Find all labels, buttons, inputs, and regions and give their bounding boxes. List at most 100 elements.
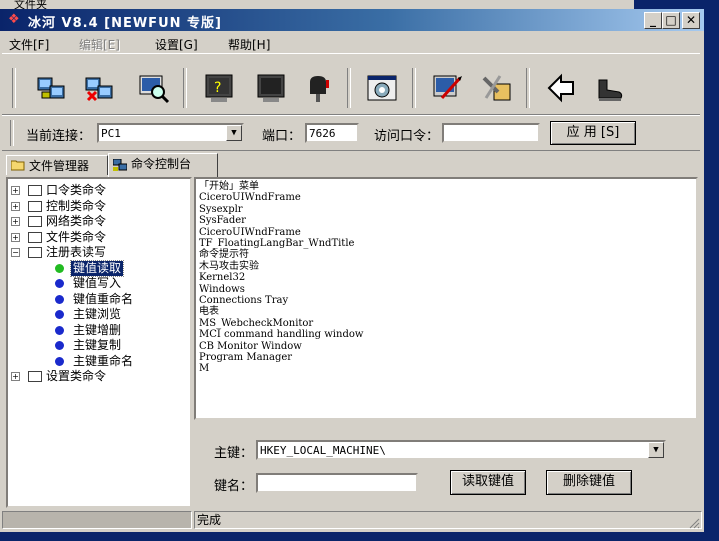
exit-icon[interactable]: [591, 70, 627, 106]
help-icon[interactable]: ?: [201, 70, 237, 106]
list-item[interactable]: MCI command handling window: [199, 329, 363, 340]
folder-icon: [28, 216, 42, 227]
port-field[interactable]: 7626: [305, 123, 359, 143]
resize-grip-icon[interactable]: [688, 517, 700, 529]
output-list[interactable]: 「开始」菜单 CiceroUIWndFrame Sysexplr SysFader Ci…: [194, 177, 698, 420]
menu-edit[interactable]: 编辑[E]: [79, 36, 120, 53]
menu-bar: 文件[F] 编辑[E] 设置[G] 帮助[H]: [0, 33, 704, 53]
background-strip-label: 文件夹: [14, 0, 47, 9]
list-item[interactable]: SysFader: [199, 215, 246, 226]
svg-text:?: ?: [214, 80, 221, 96]
close-button[interactable]: ✕: [682, 12, 700, 29]
list-item[interactable]: MS_WebcheckMonitor: [199, 318, 313, 329]
tree-group-4[interactable]: − 注册表读写: [8, 245, 188, 260]
status-text: 完成: [194, 511, 702, 529]
tree-group-label: 注册表读写: [46, 245, 107, 259]
chevron-down-icon[interactable]: ▼: [648, 442, 664, 458]
tree-group-0[interactable]: + 口令类命令: [8, 183, 188, 198]
list-item[interactable]: Program Manager: [199, 352, 292, 363]
toolbar-separator: [526, 68, 530, 108]
list-item[interactable]: CiceroUIWndFrame: [199, 227, 301, 238]
folder-icon: [28, 200, 42, 212]
title-bar[interactable]: ❖ 冰河 V8.4 [NEWFUN 专版] _ □ ✕: [0, 9, 704, 31]
bullet-icon: [55, 356, 64, 366]
tab-command-console-label: 命令控制台: [131, 157, 192, 171]
maximize-button[interactable]: □: [662, 12, 680, 29]
app-icon: ❖: [8, 12, 20, 27]
tree-item-label: 主键复制: [73, 338, 122, 352]
app-window: ❖ 冰河 V8.4 [NEWFUN 专版] _ □ ✕ 文件[F] 编辑[E] …: [0, 9, 704, 532]
list-item[interactable]: Kernel32: [199, 272, 245, 283]
delete-value-button[interactable]: 删除键值: [546, 470, 632, 495]
expand-icon[interactable]: +: [11, 217, 20, 226]
apply-button[interactable]: 应 用 [S]: [550, 121, 636, 145]
tab-file-manager[interactable]: 文件管理器: [6, 155, 108, 175]
window-title: 冰河 V8.4 [NEWFUN 专版]: [28, 16, 222, 31]
expand-icon[interactable]: +: [11, 201, 20, 211]
tree-group-label: 文件类命令: [46, 229, 107, 244]
collapse-icon[interactable]: −: [11, 248, 20, 257]
list-item[interactable]: Sysexplr: [199, 204, 243, 215]
tree-group-settings[interactable]: + 设置类命令: [8, 369, 188, 384]
status-progress: [2, 511, 192, 529]
port-label: 端口：: [262, 129, 302, 144]
mailbox-icon[interactable]: [300, 70, 336, 106]
tab-file-manager-label: 文件管理器: [29, 159, 90, 173]
toolbar: ?: [2, 53, 700, 115]
list-item[interactable]: M: [199, 363, 209, 374]
expand-icon[interactable]: +: [11, 372, 20, 381]
menu-file[interactable]: 文件[F]: [9, 36, 49, 53]
chevron-down-icon[interactable]: ▼: [226, 125, 242, 141]
list-item[interactable]: 木马攻击实验: [199, 261, 259, 272]
list-item[interactable]: 电表: [199, 306, 219, 317]
settings-icon[interactable]: [364, 70, 400, 106]
monitor-icon[interactable]: [253, 70, 289, 106]
list-item[interactable]: CB Monitor Window: [199, 341, 302, 352]
command-tree[interactable]: + 口令类命令 + 控制类命令 + 网络类命令 + 文件类命令 − 注册表读写 键值读取 键值写入 键值…: [6, 177, 192, 508]
menu-help[interactable]: 帮助[H]: [228, 36, 270, 53]
search-host-icon[interactable]: [136, 70, 172, 106]
tree-group-2[interactable]: + 网络类命令: [8, 214, 188, 229]
tab-command-console[interactable]: 命令控制台: [108, 153, 218, 177]
password-field[interactable]: [442, 123, 540, 143]
tree-group-label: 设置类命令: [46, 369, 107, 383]
tree-group-1[interactable]: + 控制类命令: [8, 199, 188, 214]
port-value: 7626: [309, 127, 336, 140]
add-host-icon[interactable]: [34, 70, 70, 106]
bullet-icon: [55, 263, 64, 273]
menu-settings[interactable]: 设置[G]: [155, 36, 198, 53]
list-item[interactable]: CiceroUIWndFrame: [199, 192, 301, 203]
tree-item-label: 主键增删: [73, 322, 122, 337]
bullet-icon: [55, 279, 64, 288]
list-item[interactable]: Windows: [199, 284, 245, 295]
bullet-icon: [55, 325, 64, 335]
folder-icon: [28, 231, 42, 243]
folder-icon: [28, 371, 42, 382]
bullet-icon: [55, 294, 64, 304]
password-label: 访问口令：: [374, 129, 440, 144]
remove-host-icon[interactable]: [82, 70, 118, 106]
registry-panel: 主键： HKEY_LOCAL_MACHINE\ ▼ 键名： 读取键值 删除键值: [194, 421, 700, 509]
toolbar-separator: [183, 68, 187, 108]
read-value-button[interactable]: 读取键值: [450, 470, 526, 495]
tab-strip: 文件管理器 命令控制台: [4, 153, 700, 177]
list-item[interactable]: Connections Tray: [199, 295, 288, 306]
folder-icon: [11, 160, 25, 171]
tree-group-3[interactable]: + 文件类命令: [8, 230, 188, 245]
tools-icon[interactable]: [478, 70, 514, 106]
list-item[interactable]: 「开始」菜单: [199, 181, 259, 192]
list-item[interactable]: TF_FloatingLangBar_WndTitle: [199, 238, 354, 249]
list-item[interactable]: 命令提示符: [199, 249, 249, 260]
expand-icon[interactable]: +: [11, 186, 20, 195]
edit-icon[interactable]: [430, 70, 466, 106]
folder-icon: [28, 247, 42, 258]
expand-icon[interactable]: +: [11, 232, 20, 242]
key-select[interactable]: HKEY_LOCAL_MACHINE\ ▼: [256, 440, 666, 460]
current-connection-select[interactable]: PC1 ▼: [97, 123, 244, 143]
back-icon[interactable]: [543, 70, 579, 106]
key-label: 主键：: [214, 446, 254, 461]
minimize-button[interactable]: _: [644, 12, 662, 29]
toolbar-separator: [412, 68, 416, 108]
bullet-icon: [55, 310, 64, 319]
name-field[interactable]: [256, 473, 418, 493]
